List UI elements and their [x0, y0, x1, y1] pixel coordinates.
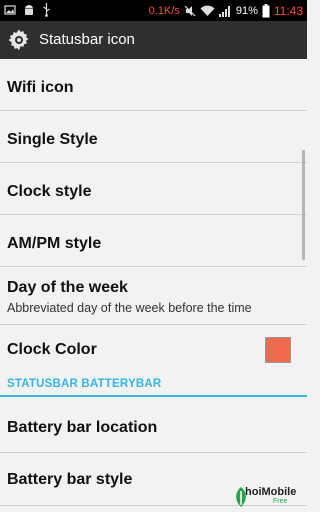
clock-color-swatch[interactable] — [265, 337, 291, 363]
pref-title: Battery bar location — [7, 419, 158, 436]
category-label: STATUSBAR BATTERYBAR — [7, 378, 162, 390]
page-title: Statusbar icon — [39, 31, 135, 48]
watermark-brand: hoiMobile — [245, 486, 297, 498]
usb-icon — [43, 3, 50, 17]
pref-title: Clock Color — [7, 341, 97, 358]
watermark-logo: hoiMobile Free — [233, 482, 305, 512]
pref-wifi-icon[interactable]: Wifi icon — [0, 59, 307, 111]
clock: 11:43 — [273, 3, 303, 18]
notification-icons — [4, 3, 51, 17]
settings-gear-icon[interactable] — [7, 28, 31, 52]
pref-battery-bar-location[interactable]: Battery bar location — [0, 400, 307, 453]
pref-day-of-week[interactable]: Day of the week Abbreviated day of the w… — [0, 267, 307, 325]
battery-percent: 91% — [235, 4, 258, 17]
pref-title: Wifi icon — [7, 79, 74, 96]
mute-icon — [184, 5, 196, 16]
wifi-icon — [200, 5, 215, 16]
pref-summary: Abbreviated day of the week before the t… — [7, 301, 252, 315]
pref-title: Battery bar style — [7, 471, 133, 488]
pref-title: Day of the week — [7, 279, 128, 296]
android-icon — [25, 4, 33, 15]
watermark-sub: Free — [273, 498, 288, 505]
pref-single-style[interactable]: Single Style — [0, 111, 307, 163]
image-icon — [4, 5, 16, 15]
status-bar: 0.1K/s 91% 11:43 — [0, 0, 307, 21]
scrollbar[interactable] — [302, 150, 305, 260]
action-bar: Statusbar icon — [0, 21, 307, 59]
battery-icon — [262, 3, 270, 17]
pref-clock-style[interactable]: Clock style — [0, 163, 307, 215]
pref-title: Single Style — [7, 131, 98, 148]
category-header: STATUSBAR BATTERYBAR — [0, 375, 307, 397]
pref-clock-color[interactable]: Clock Color — [0, 325, 307, 375]
status-icons: 0.1K/s 91% 11:43 — [149, 0, 303, 21]
signal-icon — [218, 5, 230, 17]
pref-ampm-style[interactable]: AM/PM style — [0, 215, 307, 267]
pref-title: AM/PM style — [7, 235, 102, 252]
network-speed: 0.1K/s — [148, 4, 180, 17]
pref-title: Clock style — [7, 183, 92, 200]
